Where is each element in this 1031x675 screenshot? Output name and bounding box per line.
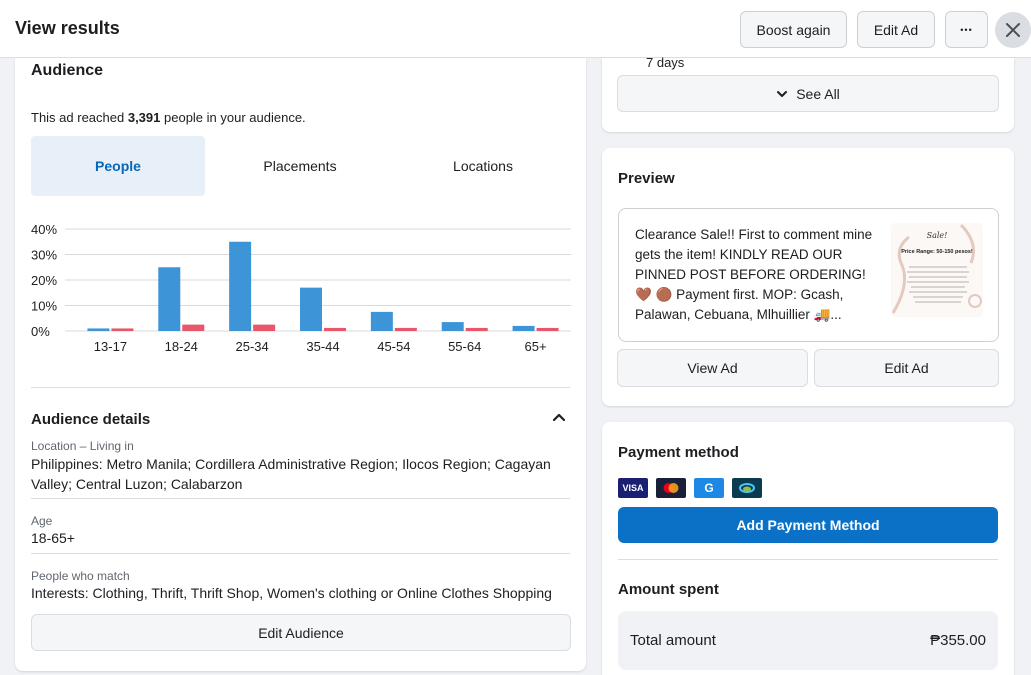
page-header: View results Boost again Edit Ad ••• <box>0 0 1031 58</box>
chart-y-tick-label: 40% <box>31 222 57 237</box>
view-ad-button[interactable]: View Ad <box>617 349 808 387</box>
chart-bar <box>441 322 464 331</box>
reach-prefix: This ad reached <box>31 110 128 125</box>
duration-card: 7 days See All <box>602 55 1014 132</box>
chevron-down-icon <box>777 90 788 97</box>
chart-y-tick-label: 0% <box>31 324 50 339</box>
chart-y-tick-label: 10% <box>31 299 57 314</box>
duration-days: 7 days <box>646 55 685 70</box>
chart-x-tick-label: 55-64 <box>448 339 481 354</box>
ad-preview-text: Clearance Sale!! First to comment mine g… <box>635 227 873 322</box>
payment-method-title: Payment method <box>618 444 739 461</box>
location-value: Philippines: Metro Manila; Cordillera Ad… <box>31 456 551 492</box>
reach-suffix: people in your audience. <box>160 110 306 125</box>
chart-x-tick-label: 45-54 <box>377 339 410 354</box>
chart-x-tick-label: 13-17 <box>94 339 127 354</box>
more-options-button[interactable]: ••• <box>945 11 988 48</box>
match-label: People who match <box>31 569 130 583</box>
wallet-icon <box>732 478 762 498</box>
see-all-label: See All <box>796 85 840 102</box>
chart-bar <box>182 324 205 331</box>
chart-bar <box>324 327 346 331</box>
tab-people[interactable]: People <box>31 136 205 196</box>
preview-card: Preview Clearance Sale!! First to commen… <box>602 148 1014 406</box>
chart-bar <box>300 287 322 331</box>
chart-bar <box>370 311 393 331</box>
chart-bar <box>394 327 417 331</box>
chart-bar <box>465 327 488 331</box>
add-payment-method-button[interactable]: Add Payment Method <box>618 507 998 543</box>
age-distribution-chart: 0% 10% 20% 30% 40% 13-17 18-24 25-34 35-44 45-54 5… <box>31 222 571 354</box>
mastercard-logo <box>663 483 679 493</box>
ad-thumbnail-price: Price Range: 50-150 pesos! <box>901 249 973 255</box>
age-value: 18-65+ <box>31 530 75 546</box>
ellipsis-icon: ••• <box>960 24 973 35</box>
payment-card-icons: VISA G <box>618 478 768 498</box>
chart-bar <box>111 328 134 331</box>
total-amount-value: ₱355.00 <box>930 632 986 649</box>
gcash-icon: G <box>694 478 724 498</box>
close-icon <box>1006 23 1020 37</box>
chart-bar <box>536 327 559 331</box>
tab-locations[interactable]: Locations <box>396 136 570 196</box>
edit-ad-header-button[interactable]: Edit Ad <box>857 11 935 48</box>
chevron-up-icon[interactable] <box>552 412 566 422</box>
audience-title: Audience <box>31 62 104 79</box>
chart-bar <box>512 325 535 331</box>
match-value: Interests: Clothing, Thrift, Thrift Shop… <box>31 585 552 601</box>
chart-bar <box>253 324 276 331</box>
preview-title: Preview <box>618 170 675 187</box>
chart-bar <box>87 328 110 331</box>
ad-preview-box[interactable]: Clearance Sale!! First to comment mine g… <box>618 208 999 342</box>
age-label: Age <box>31 514 53 528</box>
ad-thumbnail-title: Sale! <box>926 231 948 240</box>
chart-bar <box>229 241 252 331</box>
audience-details-title: Audience details <box>31 411 151 428</box>
chart-x-tick-label: 35-44 <box>306 339 339 354</box>
total-amount-label: Total amount <box>630 632 716 649</box>
total-amount-row: Total amount ₱355.00 <box>618 611 998 670</box>
edit-ad-button[interactable]: Edit Ad <box>814 349 999 387</box>
tab-placements[interactable]: Placements <box>213 136 387 196</box>
see-all-button[interactable]: See All <box>617 75 999 112</box>
audience-card: Audience This ad reached 3,391 people in… <box>15 58 586 671</box>
divider <box>31 498 570 499</box>
divider <box>618 559 998 560</box>
divider <box>31 553 570 554</box>
amount-spent-title: Amount spent <box>618 581 719 598</box>
ad-thumbnail: Sale! Price Range: 50-150 pesos! <box>891 223 983 317</box>
chart-y-tick-label: 20% <box>31 273 57 288</box>
reach-count: 3,391 <box>127 110 161 125</box>
mastercard-icon <box>656 478 686 498</box>
chart-y-tick-label: 30% <box>31 248 57 263</box>
visa-icon: VISA <box>618 478 648 498</box>
edit-audience-button[interactable]: Edit Audience <box>31 614 571 651</box>
divider <box>31 387 570 388</box>
chart-x-tick-label: 25-34 <box>236 339 269 354</box>
location-label: Location – Living in <box>31 439 134 453</box>
chart-x-tick-label: 65+ <box>525 339 547 354</box>
boost-again-button[interactable]: Boost again <box>740 11 847 48</box>
chart-x-tick-label: 18-24 <box>165 339 198 354</box>
close-button[interactable] <box>995 12 1031 48</box>
page-title: View results <box>15 18 120 38</box>
reach-summary: This ad reached 3,391 people in your aud… <box>31 108 306 128</box>
payment-card: Payment method VISA G Add Payment Method… <box>602 422 1014 675</box>
wallet-logo <box>739 483 755 493</box>
chart-bar <box>158 267 181 331</box>
